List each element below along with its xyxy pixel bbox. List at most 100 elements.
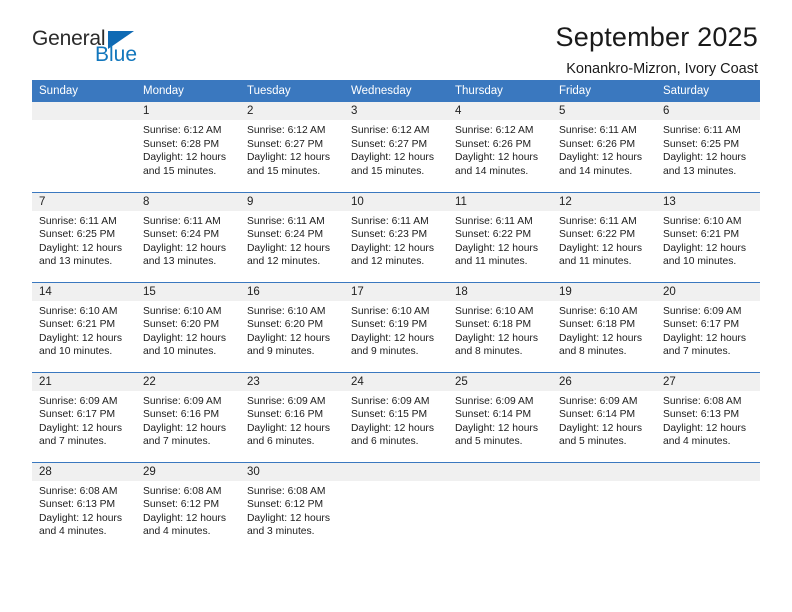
calendar-day-cell[interactable]: 3 Sunrise: 6:12 AM Sunset: 6:27 PM Daylight… <box>344 102 448 192</box>
sunrise-text: Sunrise: 6:12 AM <box>247 125 326 136</box>
day-number: 30 <box>240 462 344 481</box>
day-details: Sunrise: 6:09 AM Sunset: 6:15 PM Daylight:… <box>344 391 448 449</box>
sunrise-text: Sunrise: 6:09 AM <box>559 395 638 407</box>
calendar-day-cell[interactable]: 1 Sunrise: 6:12 AM Sunset: 6:28 PM Daylight… <box>136 102 240 192</box>
day-details: Sunrise: 6:10 AM Sunset: 6:20 PM Daylight:… <box>136 301 240 359</box>
sunset-text: Sunset: 6:26 PM <box>559 138 636 150</box>
sunrise-text: Sunrise: 6:09 AM <box>247 395 326 407</box>
calendar-day-cell[interactable]: 24 Sunrise: 6:09 AM Sunset: 6:15 PM Dayligh… <box>344 371 448 462</box>
calendar-day-cell[interactable]: 7 Sunrise: 6:11 AM Sunset: 6:25 PM Daylight… <box>32 191 136 282</box>
daylight-text: Daylight: 12 hours and 10 minutes. <box>143 332 226 358</box>
calendar-day-cell[interactable]: 9 Sunrise: 6:11 AM Sunset: 6:24 PM Daylight… <box>240 191 344 282</box>
day-details: Sunrise: 6:09 AM Sunset: 6:16 PM Daylight:… <box>136 391 240 449</box>
daylight-text: Daylight: 12 hours and 9 minutes. <box>247 332 330 358</box>
calendar-day-cell[interactable]: 18 Sunrise: 6:10 AM Sunset: 6:18 PM Dayligh… <box>448 281 552 372</box>
calendar-day-cell-empty <box>32 102 136 192</box>
daylight-text: Daylight: 12 hours and 6 minutes. <box>247 422 330 448</box>
sunset-text: Sunset: 6:25 PM <box>663 138 740 150</box>
daylight-text: Daylight: 12 hours and 4 minutes. <box>39 512 122 538</box>
sunset-text: Sunset: 6:18 PM <box>559 319 636 331</box>
sunset-text: Sunset: 6:18 PM <box>455 319 532 331</box>
weekday-header-thursday: Thursday <box>448 80 552 102</box>
calendar-day-cell[interactable]: 2 Sunrise: 6:12 AM Sunset: 6:27 PM Daylight… <box>240 102 344 192</box>
weekday-header-tuesday: Tuesday <box>240 80 344 102</box>
sunrise-text: Sunrise: 6:10 AM <box>351 305 430 317</box>
sunrise-text: Sunrise: 6:11 AM <box>663 125 741 136</box>
daylight-text: Daylight: 12 hours and 15 minutes. <box>351 152 434 177</box>
sunset-text: Sunset: 6:26 PM <box>455 138 532 150</box>
calendar-day-cell-empty <box>656 461 760 552</box>
calendar-day-cell[interactable]: 15 Sunrise: 6:10 AM Sunset: 6:20 PM Dayligh… <box>136 281 240 372</box>
day-number: 12 <box>552 192 656 211</box>
day-number: 27 <box>656 372 760 391</box>
sunset-text: Sunset: 6:24 PM <box>143 229 220 241</box>
sunrise-text: Sunrise: 6:10 AM <box>39 305 118 317</box>
day-details: Sunrise: 6:10 AM Sunset: 6:19 PM Daylight:… <box>344 301 448 359</box>
general-blue-logo[interactable]: General Blue <box>32 22 152 70</box>
calendar-day-cell[interactable]: 27 Sunrise: 6:08 AM Sunset: 6:13 PM Dayligh… <box>656 371 760 462</box>
calendar-day-cell[interactable]: 12 Sunrise: 6:11 AM Sunset: 6:22 PM Dayligh… <box>552 191 656 282</box>
sunrise-text: Sunrise: 6:08 AM <box>663 395 742 407</box>
day-details: Sunrise: 6:09 AM Sunset: 6:16 PM Daylight:… <box>240 391 344 449</box>
sunset-text: Sunset: 6:25 PM <box>39 229 116 241</box>
sunset-text: Sunset: 6:17 PM <box>39 409 116 421</box>
weekday-header-row: Sunday Monday Tuesday Wednesday Thursday… <box>32 80 760 102</box>
calendar-body: 1 Sunrise: 6:12 AM Sunset: 6:28 PM Daylight… <box>32 102 760 552</box>
day-details: Sunrise: 6:10 AM Sunset: 6:21 PM Daylight:… <box>656 211 760 269</box>
daylight-text: Daylight: 12 hours and 12 minutes. <box>351 242 434 268</box>
sunrise-text: Sunrise: 6:11 AM <box>143 215 221 227</box>
day-number: 18 <box>448 282 552 301</box>
calendar-week-row: 7 Sunrise: 6:11 AM Sunset: 6:25 PM Daylight… <box>32 191 760 282</box>
sunrise-text: Sunrise: 6:09 AM <box>455 395 534 407</box>
day-details: Sunrise: 6:11 AM Sunset: 6:24 PM Daylight:… <box>240 211 344 269</box>
calendar-day-cell[interactable]: 23 Sunrise: 6:09 AM Sunset: 6:16 PM Dayligh… <box>240 371 344 462</box>
daylight-text: Daylight: 12 hours and 7 minutes. <box>143 422 226 448</box>
day-number: 20 <box>656 282 760 301</box>
calendar-day-cell[interactable]: 20 Sunrise: 6:09 AM Sunset: 6:17 PM Dayligh… <box>656 281 760 372</box>
daylight-text: Daylight: 12 hours and 10 minutes. <box>663 242 746 268</box>
day-details: Sunrise: 6:11 AM Sunset: 6:25 PM Daylight:… <box>656 120 760 178</box>
weekday-header-wednesday: Wednesday <box>344 80 448 102</box>
sunrise-text: Sunrise: 6:10 AM <box>247 305 326 317</box>
day-number: 24 <box>344 372 448 391</box>
sunset-text: Sunset: 6:21 PM <box>39 319 116 331</box>
sunset-text: Sunset: 6:14 PM <box>559 409 636 421</box>
day-details: Sunrise: 6:08 AM Sunset: 6:13 PM Daylight:… <box>656 391 760 449</box>
sunrise-text: Sunrise: 6:11 AM <box>247 215 325 227</box>
calendar-day-cell[interactable]: 25 Sunrise: 6:09 AM Sunset: 6:14 PM Dayligh… <box>448 371 552 462</box>
calendar-day-cell[interactable]: 13 Sunrise: 6:10 AM Sunset: 6:21 PM Dayligh… <box>656 191 760 282</box>
day-number: 2 <box>240 102 344 120</box>
sunrise-text: Sunrise: 6:11 AM <box>351 215 429 227</box>
sunrise-text: Sunrise: 6:09 AM <box>351 395 430 407</box>
calendar-day-cell[interactable]: 5 Sunrise: 6:11 AM Sunset: 6:26 PM Daylight… <box>552 102 656 192</box>
calendar-day-cell[interactable]: 26 Sunrise: 6:09 AM Sunset: 6:14 PM Dayligh… <box>552 371 656 462</box>
daylight-text: Daylight: 12 hours and 11 minutes. <box>559 242 642 268</box>
calendar-day-cell[interactable]: 17 Sunrise: 6:10 AM Sunset: 6:19 PM Dayligh… <box>344 281 448 372</box>
calendar-day-cell[interactable]: 19 Sunrise: 6:10 AM Sunset: 6:18 PM Dayligh… <box>552 281 656 372</box>
day-number: 14 <box>32 282 136 301</box>
daylight-text: Daylight: 12 hours and 15 minutes. <box>247 152 330 177</box>
calendar-day-cell[interactable]: 21 Sunrise: 6:09 AM Sunset: 6:17 PM Dayligh… <box>32 371 136 462</box>
calendar-day-cell[interactable]: 4 Sunrise: 6:12 AM Sunset: 6:26 PM Daylight… <box>448 102 552 192</box>
calendar-day-cell[interactable]: 6 Sunrise: 6:11 AM Sunset: 6:25 PM Daylight… <box>656 102 760 192</box>
calendar-day-cell[interactable]: 29 Sunrise: 6:08 AM Sunset: 6:12 PM Dayligh… <box>136 461 240 552</box>
day-details: Sunrise: 6:11 AM Sunset: 6:24 PM Daylight:… <box>136 211 240 269</box>
calendar-day-cell[interactable]: 22 Sunrise: 6:09 AM Sunset: 6:16 PM Dayligh… <box>136 371 240 462</box>
day-number: 5 <box>552 102 656 120</box>
calendar-day-cell[interactable]: 10 Sunrise: 6:11 AM Sunset: 6:23 PM Dayligh… <box>344 191 448 282</box>
sunrise-text: Sunrise: 6:10 AM <box>143 305 222 317</box>
day-number: 11 <box>448 192 552 211</box>
calendar-day-cell[interactable]: 11 Sunrise: 6:11 AM Sunset: 6:22 PM Dayligh… <box>448 191 552 282</box>
weekday-header-saturday: Saturday <box>656 80 760 102</box>
calendar-day-cell[interactable]: 14 Sunrise: 6:10 AM Sunset: 6:21 PM Dayligh… <box>32 281 136 372</box>
calendar-day-cell[interactable]: 8 Sunrise: 6:11 AM Sunset: 6:24 PM Daylight… <box>136 191 240 282</box>
calendar-day-cell[interactable]: 30 Sunrise: 6:08 AM Sunset: 6:12 PM Dayligh… <box>240 461 344 552</box>
daylight-text: Daylight: 12 hours and 7 minutes. <box>39 422 122 448</box>
day-number: 22 <box>136 372 240 391</box>
weekday-header-monday: Monday <box>136 80 240 102</box>
sunset-text: Sunset: 6:22 PM <box>559 229 636 241</box>
calendar-week-row: 14 Sunrise: 6:10 AM Sunset: 6:21 PM Dayligh… <box>32 281 760 372</box>
calendar-day-cell[interactable]: 28 Sunrise: 6:08 AM Sunset: 6:13 PM Dayligh… <box>32 461 136 552</box>
calendar-day-cell[interactable]: 16 Sunrise: 6:10 AM Sunset: 6:20 PM Dayligh… <box>240 281 344 372</box>
day-details: Sunrise: 6:12 AM Sunset: 6:27 PM Daylight:… <box>344 120 448 178</box>
